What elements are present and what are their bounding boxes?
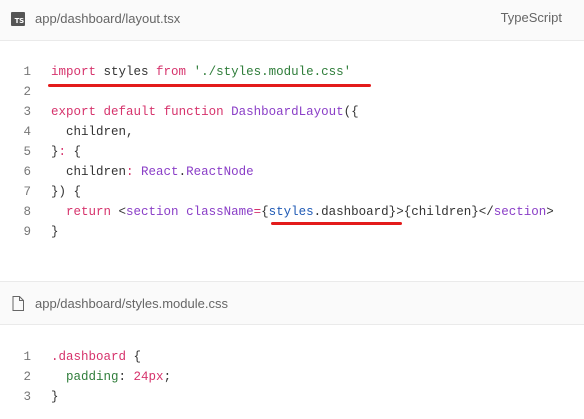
code-block-layout: 1 import styles from './styles.module.css… xyxy=(0,62,584,242)
code-token: . xyxy=(178,165,187,179)
code-line: 1 .dashboard { xyxy=(0,347,584,367)
code-token: : xyxy=(118,370,134,384)
code-token: children xyxy=(51,165,127,179)
code-token: > xyxy=(546,205,554,219)
code-token: }) { xyxy=(51,185,82,199)
line-number: 4 xyxy=(23,125,31,139)
code-text: .dashboard { xyxy=(51,347,141,367)
line-number: 6 xyxy=(23,165,31,179)
code-token: 24px xyxy=(133,370,164,384)
file-path: app/dashboard/layout.tsx xyxy=(35,11,181,26)
code-token: './styles.module.css' xyxy=(193,65,352,79)
line-number: 2 xyxy=(23,370,31,384)
code-text: children: React.ReactNode xyxy=(51,162,254,182)
code-token: } xyxy=(51,225,59,239)
code-example-page: TS app/dashboard/layout.tsx TypeScript 1… xyxy=(0,0,584,419)
code-token: ReactNode xyxy=(186,165,254,179)
code-token: section xyxy=(126,205,179,219)
code-line: 3} xyxy=(0,387,584,407)
code-token: className xyxy=(186,205,254,219)
code-token: return xyxy=(66,205,112,219)
code-text: return <section className={styles.dashbo… xyxy=(51,202,554,222)
line-number: 8 xyxy=(23,205,31,219)
code-token: : xyxy=(126,165,134,179)
code-token: < xyxy=(111,205,127,219)
code-line: 9} xyxy=(0,222,584,242)
code-token: default xyxy=(103,105,157,119)
code-token: children, xyxy=(51,125,134,139)
line-number: 1 xyxy=(23,350,31,364)
code-token: .dashboard xyxy=(51,350,127,364)
code-token: >{children}</ xyxy=(396,205,494,219)
highlight-underline xyxy=(271,222,402,225)
code-token: React xyxy=(141,165,179,179)
code-token: function xyxy=(163,105,224,119)
code-token: { xyxy=(126,350,142,364)
code-token: styles xyxy=(268,205,314,219)
file-path: app/dashboard/styles.module.css xyxy=(35,296,228,311)
line-number: 9 xyxy=(23,225,31,239)
code-line: 3 export default function DashboardLayout… xyxy=(0,102,584,122)
code-text: } xyxy=(51,222,59,242)
code-line: 1 import styles from './styles.module.css… xyxy=(0,62,584,82)
line-number: 3 xyxy=(23,390,31,404)
code-line: 4 children, xyxy=(0,122,584,142)
file-header-styles: app/dashboard/styles.module.css xyxy=(0,281,584,325)
line-number: 5 xyxy=(23,145,31,159)
code-token: { xyxy=(66,145,82,159)
code-text: }: { xyxy=(51,142,81,162)
code-block-styles: 1 .dashboard {2 padding: 24px; 3} xyxy=(0,347,584,407)
code-text: } xyxy=(51,387,59,407)
highlight-underline xyxy=(48,84,371,87)
code-line: 8 return <section className={styles.dash… xyxy=(0,202,584,222)
code-line: 5}: { xyxy=(0,142,584,162)
code-token: { xyxy=(261,205,269,219)
code-line: 6 children: React.ReactNode xyxy=(0,162,584,182)
code-text: export default function DashboardLayout(… xyxy=(51,102,359,122)
language-label: TypeScript xyxy=(500,10,562,25)
code-line: 2 padding: 24px; xyxy=(0,367,584,387)
code-token: } xyxy=(51,390,59,404)
line-number: 3 xyxy=(23,105,31,119)
code-token: : xyxy=(58,145,67,159)
line-number: 2 xyxy=(23,85,31,99)
line-number: 7 xyxy=(23,185,31,199)
code-token: = xyxy=(253,205,262,219)
code-text: }) { xyxy=(51,182,81,202)
code-token: dashboard xyxy=(321,205,389,219)
code-text: import styles from './styles.module.css' xyxy=(51,62,351,82)
ts-icon: TS xyxy=(11,12,25,26)
code-token: section xyxy=(493,205,547,219)
code-token: } xyxy=(51,145,59,159)
code-token: ({ xyxy=(343,105,359,119)
code-token: padding xyxy=(66,370,119,384)
code-text: children, xyxy=(51,122,134,142)
line-number: 1 xyxy=(23,65,31,79)
code-token: from xyxy=(156,65,187,79)
code-token: import xyxy=(51,65,97,79)
code-token: DashboardLayout xyxy=(231,105,344,119)
code-token: styles xyxy=(96,65,157,79)
code-text: padding: 24px; xyxy=(51,367,171,387)
file-header-layout: TS app/dashboard/layout.tsx TypeScript xyxy=(0,0,584,41)
code-token: export xyxy=(51,105,97,119)
code-token: ; xyxy=(163,370,172,384)
code-line: 7 }) { xyxy=(0,182,584,202)
file-icon xyxy=(12,296,24,311)
